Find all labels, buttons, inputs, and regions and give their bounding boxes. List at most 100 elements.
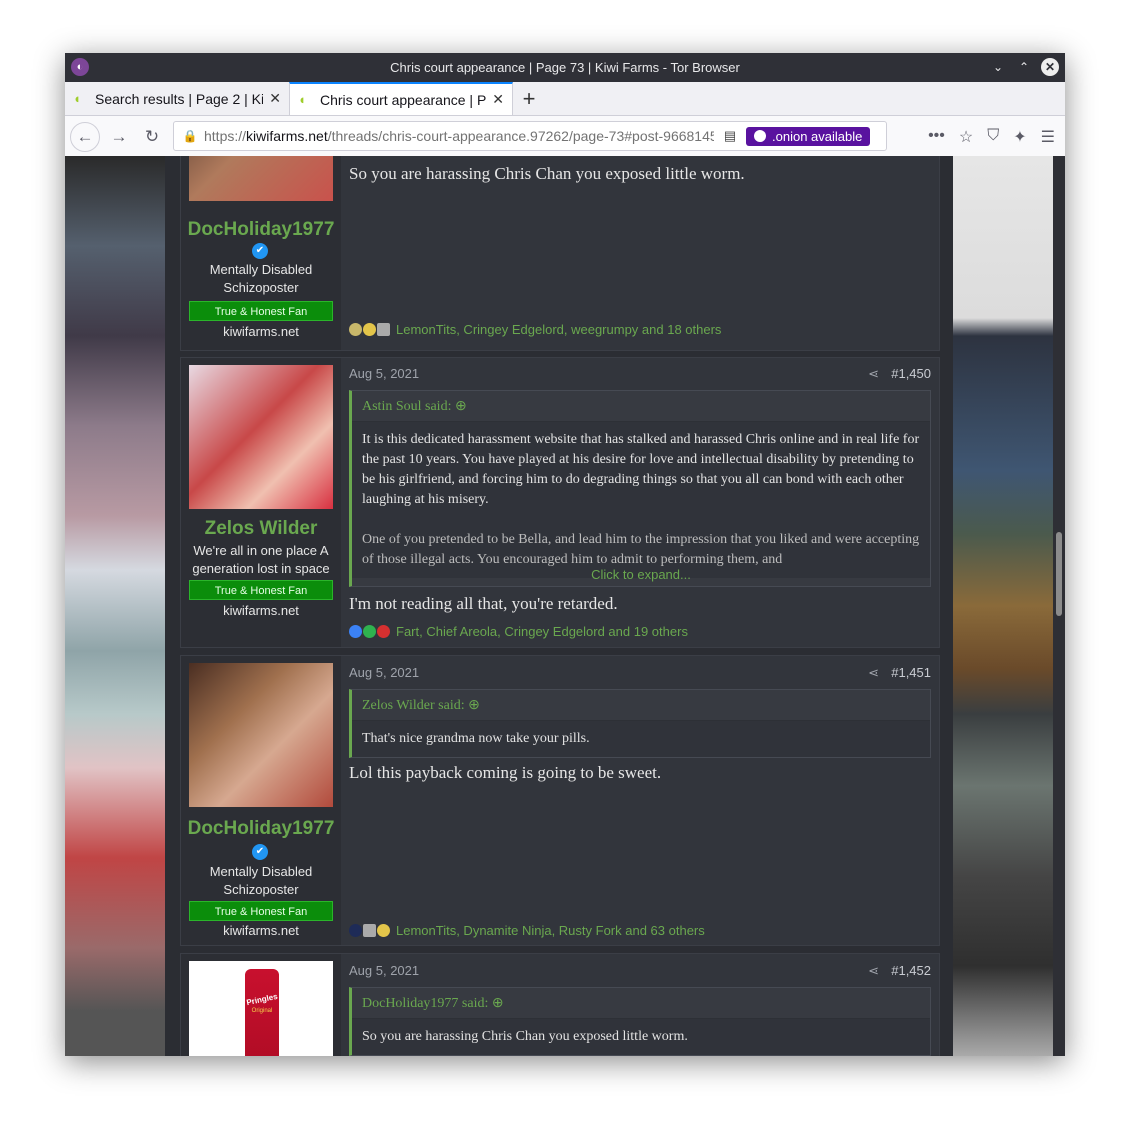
quote-block: Astin Soul said: ⊕ It is this dedicated … — [349, 390, 931, 587]
username[interactable]: Zelos Wilder — [181, 518, 341, 540]
arrow-up-icon[interactable]: ⊕ — [492, 996, 504, 1011]
kiwi-favicon-icon: ◖ — [298, 91, 306, 107]
share-icon[interactable]: ⋖ — [868, 665, 879, 681]
menu-icon[interactable]: ☰ — [1041, 127, 1055, 147]
document-reaction-icon — [363, 924, 376, 937]
post-date[interactable]: Aug 5, 2021 — [349, 665, 419, 680]
post: DocHoliday1977 ✔ Mentally Disabled Schiz… — [180, 156, 940, 351]
puzzle-reaction-icon — [377, 924, 390, 937]
post-number[interactable]: #1,452 — [891, 963, 931, 978]
onion-icon — [754, 130, 766, 142]
user-badge: True & Honest Fan — [189, 580, 333, 600]
reaction-users[interactable]: LemonTits, Dynamite Ninja, Rusty Fork an… — [396, 923, 705, 938]
background-art-left — [65, 156, 165, 1056]
hat-reaction-icon — [349, 924, 362, 937]
tab-label: Search results | Page 2 | Kiwi Farms — [95, 90, 264, 107]
post: Pringles Original Aug 5, 2021 ⋖ #1,452 D… — [180, 953, 940, 1056]
close-window-icon[interactable]: ✕ — [1041, 58, 1059, 76]
share-icon[interactable]: ⋖ — [868, 963, 879, 979]
user-title: Mentally Disabled Schizoposter — [209, 864, 313, 897]
scrollbar[interactable] — [1053, 156, 1065, 1056]
url-text[interactable]: https://kiwifarms.net/threads/chris-cour… — [204, 128, 714, 144]
username[interactable]: DocHoliday1977 — [181, 818, 341, 840]
forward-button[interactable]: → — [105, 123, 133, 151]
page-content: DocHoliday1977 ✔ Mentally Disabled Schiz… — [65, 156, 1065, 1056]
user-badge: True & Honest Fan — [189, 301, 333, 321]
user-title: Mentally Disabled Schizoposter — [209, 262, 313, 295]
user-pane: DocHoliday1977 ✔ Mentally Disabled Schiz… — [181, 156, 341, 350]
puzzle-reaction-icon — [363, 323, 376, 336]
scrollbar-thumb[interactable] — [1056, 532, 1062, 616]
quote-body: So you are harassing Chris Chan you expo… — [352, 1019, 930, 1055]
reactions-bar[interactable]: Fart, Chief Areola, Cringey Edgelord and… — [349, 624, 931, 639]
post-message: Lol this payback coming is going to be s… — [349, 763, 662, 782]
back-button[interactable]: ← — [70, 121, 100, 152]
post-number[interactable]: #1,451 — [891, 665, 931, 680]
reaction-users[interactable]: LemonTits, Cringey Edgelord, weegrumpy a… — [396, 322, 721, 337]
reader-view-icon[interactable]: ▤ — [720, 128, 740, 144]
quote-author[interactable]: Astin Soul said: ⊕ — [352, 391, 930, 422]
moon-reaction-icon — [349, 323, 362, 336]
user-avatar[interactable] — [189, 365, 333, 509]
user-avatar[interactable] — [189, 156, 333, 201]
post-meta: Aug 5, 2021 ⋖ #1,451 — [349, 665, 931, 680]
quote-body: That's nice grandma now take your pills. — [352, 721, 930, 757]
title-bar: ◐ Chris court appearance | Page 73 | Kiw… — [65, 53, 1065, 82]
verified-icon: ✔ — [252, 844, 268, 860]
quote-block: DocHoliday1977 said: ⊕ So you are harass… — [349, 987, 931, 1056]
reload-button[interactable]: ↻ — [138, 123, 166, 151]
user-pane: Pringles Original — [181, 954, 341, 1056]
window-title: Chris court appearance | Page 73 | Kiwi … — [390, 60, 740, 75]
quote-author[interactable]: DocHoliday1977 said: ⊕ — [352, 988, 930, 1019]
quote-body: It is this dedicated harassment website … — [352, 422, 930, 578]
background-art-right — [953, 156, 1053, 1056]
minimize-icon[interactable]: ⌄ — [989, 58, 1007, 76]
post-meta: Aug 5, 2021 ⋖ #1,450 — [349, 366, 931, 381]
share-icon[interactable]: ⋖ — [868, 366, 879, 382]
user-site: kiwifarms.net — [223, 324, 299, 339]
user-title: We're all in one place A generation lost… — [192, 543, 330, 576]
heart-reaction-icon — [377, 625, 390, 638]
post-number[interactable]: #1,450 — [891, 366, 931, 381]
lock-icon[interactable]: 🔒 — [180, 129, 200, 143]
quote-author[interactable]: Zelos Wilder said: ⊕ — [352, 690, 930, 721]
post-date[interactable]: Aug 5, 2021 — [349, 366, 419, 381]
user-pane: DocHoliday1977 ✔ Mentally Disabled Schiz… — [181, 656, 341, 945]
click-to-expand-link[interactable]: Click to expand... — [352, 567, 930, 582]
tab-label: Chris court appearance | Page 73 | Kiwi … — [320, 91, 487, 108]
close-tab-icon[interactable]: ✕ — [492, 91, 504, 108]
pringles-can: Pringles Original — [245, 969, 279, 1056]
reactions-bar[interactable]: LemonTits, Dynamite Ninja, Rusty Fork an… — [349, 923, 931, 938]
user-avatar[interactable] — [189, 663, 333, 807]
tab-bar: ◖ Search results | Page 2 | Kiwi Farms ✕… — [65, 82, 1065, 116]
post-meta: Aug 5, 2021 ⋖ #1,452 — [349, 963, 931, 978]
post-date[interactable]: Aug 5, 2021 — [349, 963, 419, 978]
tab-chris-court[interactable]: ◖ Chris court appearance | Page 73 | Kiw… — [289, 82, 513, 115]
new-tab-button[interactable]: + — [513, 82, 545, 115]
post-message: So you are harassing Chris Chan you expo… — [349, 164, 745, 183]
navigation-bar: ← → ↻ 🔒 https://kiwifarms.net/threads/ch… — [65, 116, 1065, 158]
reactions-bar[interactable]: LemonTits, Cringey Edgelord, weegrumpy a… — [349, 322, 931, 337]
close-tab-icon[interactable]: ✕ — [269, 90, 281, 107]
shield-icon[interactable]: ⛉ — [987, 127, 999, 147]
user-site: kiwifarms.net — [223, 923, 299, 938]
page-actions-icon[interactable]: ••• — [928, 127, 945, 147]
onion-available-button[interactable]: .onion available — [746, 126, 871, 146]
maximize-icon[interactable]: ⌃ — [1015, 58, 1033, 76]
arrow-up-icon[interactable]: ⊕ — [468, 698, 480, 713]
kiwi-favicon-icon: ◖ — [73, 90, 81, 106]
like-reaction-icon — [349, 625, 362, 638]
reaction-users[interactable]: Fart, Chief Areola, Cringey Edgelord and… — [396, 624, 688, 639]
bookmark-star-icon[interactable]: ☆ — [959, 127, 973, 147]
user-site: kiwifarms.net — [223, 603, 299, 618]
user-avatar[interactable]: Pringles Original — [189, 961, 333, 1056]
browser-window: ◐ Chris court appearance | Page 73 | Kiw… — [65, 53, 1065, 1056]
arrow-up-icon[interactable]: ⊕ — [455, 399, 467, 414]
url-bar[interactable]: 🔒 https://kiwifarms.net/threads/chris-co… — [173, 121, 887, 151]
tab-search-results[interactable]: ◖ Search results | Page 2 | Kiwi Farms ✕ — [65, 82, 289, 115]
check-reaction-icon — [363, 625, 376, 638]
new-identity-icon[interactable]: ✦ — [1013, 127, 1026, 147]
post: Zelos Wilder We're all in one place A ge… — [180, 357, 940, 648]
user-pane: Zelos Wilder We're all in one place A ge… — [181, 358, 341, 647]
username[interactable]: DocHoliday1977 — [181, 219, 341, 241]
